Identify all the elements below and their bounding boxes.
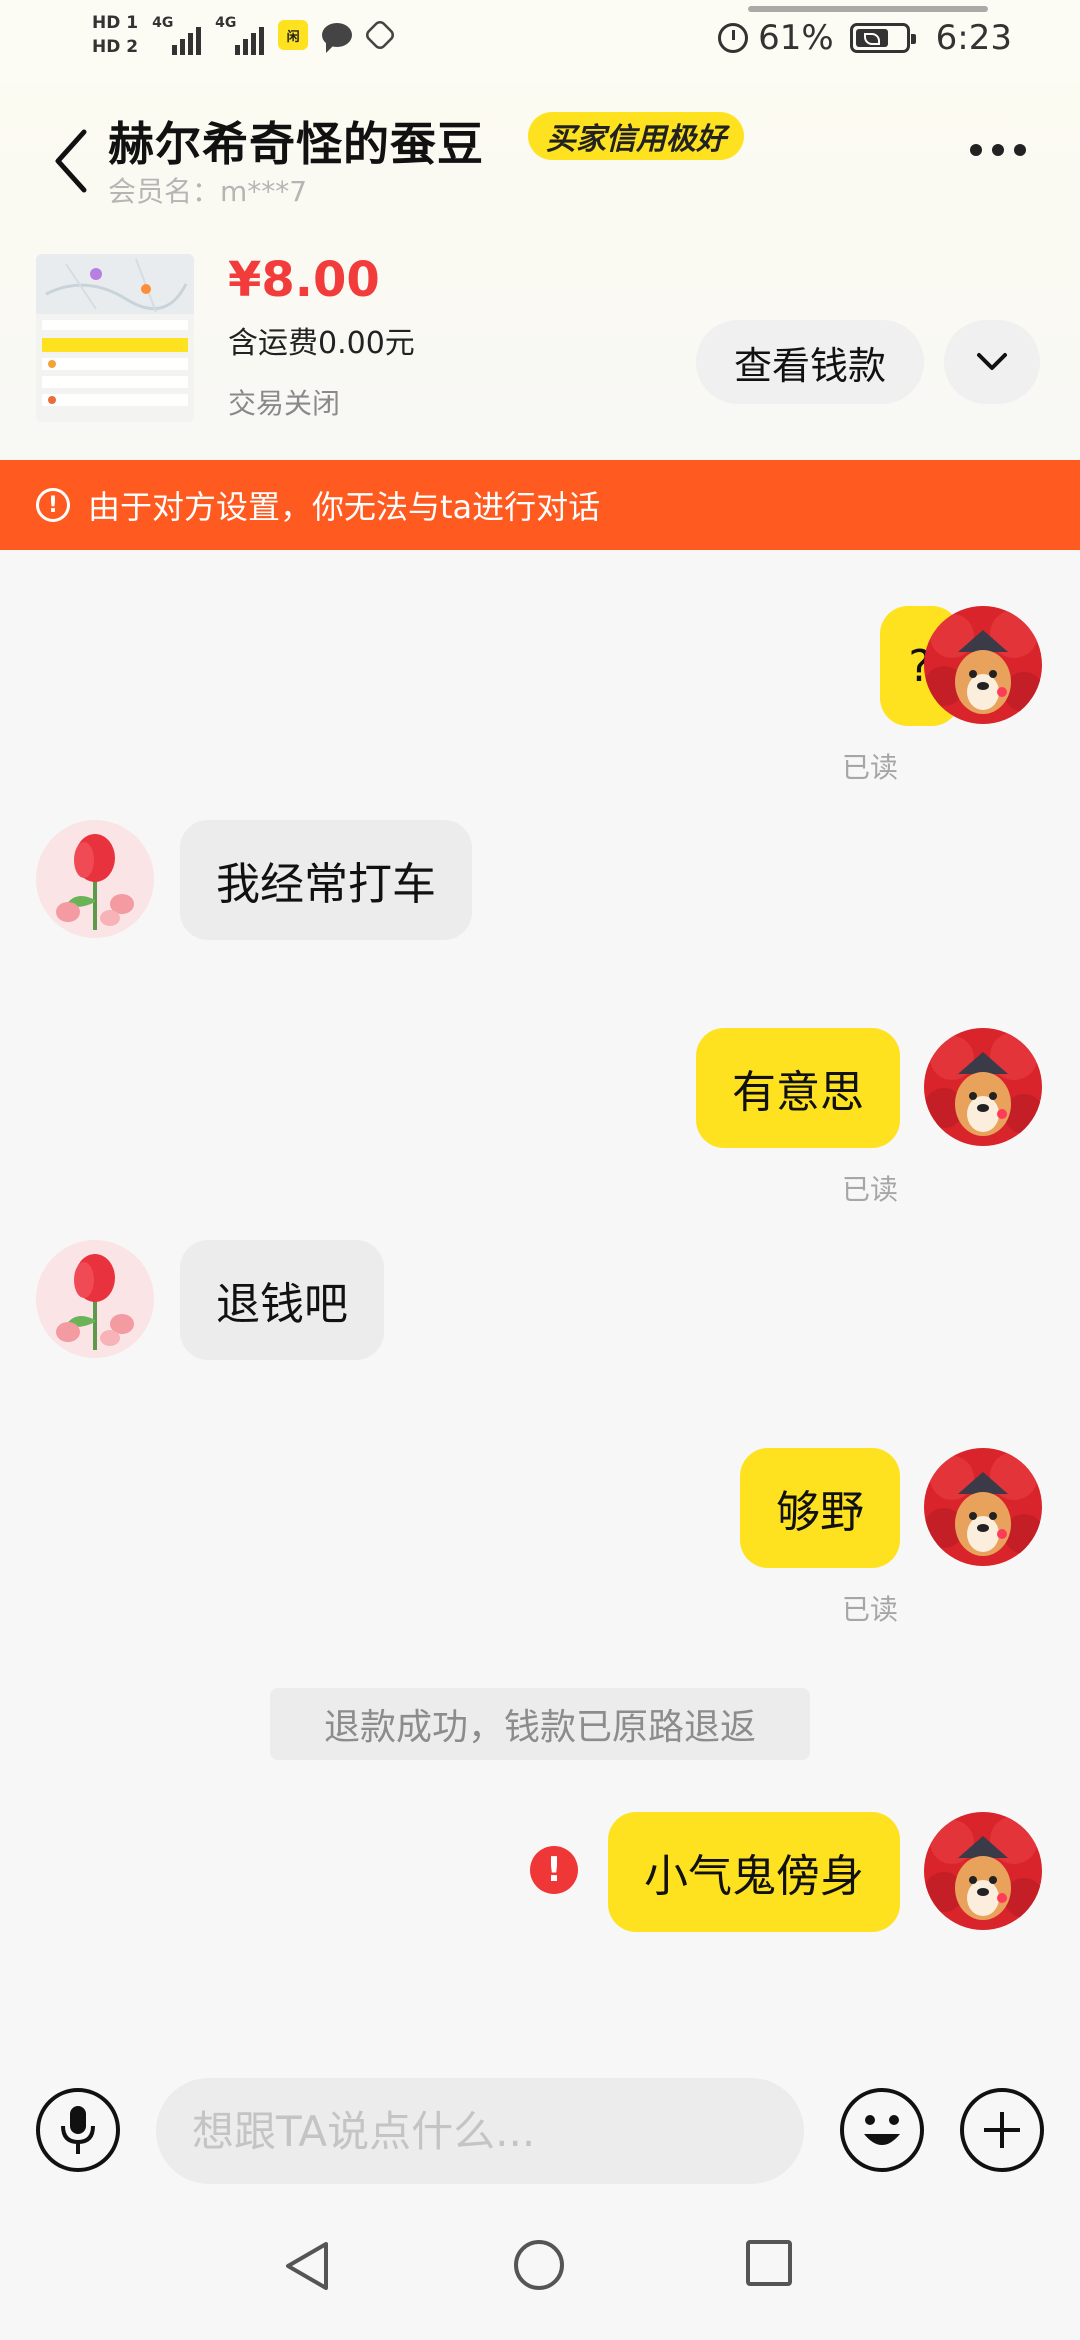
message-icon: [322, 23, 353, 53]
net2-label: 4G: [215, 15, 237, 31]
my-avatar[interactable]: [924, 1448, 1042, 1566]
battery-icon: [849, 23, 916, 53]
status-bar: HD 1 HD 2 4G 4G 闲 61% 6:23: [0, 0, 1080, 84]
input-bar: [0, 2060, 1080, 2200]
microphone-icon: [61, 2106, 95, 2154]
seller-name: 赫尔希奇怪的蚕豆: [108, 117, 484, 171]
send-failed-icon[interactable]: !: [530, 1846, 578, 1894]
smiley-icon: [864, 2115, 900, 2145]
chat-header: 赫尔希奇怪的蚕豆 买家信用极好 会员名：m***7 ¥8.00 含运费0.00元…: [0, 84, 1080, 460]
status-indicator: [748, 6, 988, 12]
message-bubble-received[interactable]: 退钱吧: [180, 1240, 384, 1360]
my-avatar[interactable]: [924, 1028, 1042, 1146]
emoji-button[interactable]: [840, 2088, 924, 2172]
back-arrow-icon[interactable]: [52, 126, 92, 196]
app-notification-icon: 闲: [278, 20, 309, 50]
voice-input-button[interactable]: [36, 2088, 120, 2172]
peer-avatar[interactable]: [36, 820, 154, 938]
message-bubble-sent[interactable]: 够野: [740, 1448, 900, 1568]
nav-home-icon[interactable]: [514, 2240, 564, 2290]
product-thumbnail[interactable]: [36, 254, 194, 422]
signal-icon-2: 4G: [215, 15, 265, 55]
more-options-icon[interactable]: [970, 144, 1026, 156]
deal-status: 交易关闭: [228, 387, 341, 420]
credit-badge: 买家信用极好: [528, 112, 744, 160]
message-text: 有意思: [732, 1067, 864, 1118]
signal-icon: 4G: [152, 15, 202, 55]
hd-indicator: HD 1 HD 2: [92, 14, 138, 56]
alarm-icon: [718, 23, 749, 53]
my-avatar[interactable]: [924, 606, 1042, 724]
message-bubble-received[interactable]: 我经常打车: [180, 820, 472, 940]
message-text: 够野: [776, 1487, 864, 1538]
read-receipt: 已读: [842, 1593, 899, 1626]
shipping-fee: 含运费0.00元: [228, 326, 415, 361]
message-bubble-sent[interactable]: 有意思: [696, 1028, 900, 1148]
view-payment-button[interactable]: 查看钱款: [696, 320, 924, 404]
read-receipt: 已读: [842, 751, 899, 784]
nav-back-icon[interactable]: [282, 2238, 330, 2294]
hd2-label: HD 2: [92, 37, 139, 57]
message-text: 小气鬼傍身: [644, 1851, 864, 1902]
message-text: 退钱吧: [216, 1279, 348, 1330]
plus-icon: [984, 2112, 1020, 2148]
hd1-label: HD 1: [92, 13, 139, 33]
banner-text: 由于对方设置，你无法与ta进行对话: [88, 488, 601, 526]
nav-recents-icon[interactable]: [746, 2240, 792, 2286]
peer-avatar[interactable]: [36, 1240, 154, 1358]
my-avatar[interactable]: [924, 1812, 1042, 1930]
chat-blocked-banner: ! 由于对方设置，你无法与ta进行对话: [0, 460, 1080, 550]
warning-icon: !: [36, 488, 70, 522]
product-price: ¥8.00: [228, 252, 380, 308]
battery-percent: 61%: [758, 18, 834, 58]
message-text: 我经常打车: [216, 859, 436, 910]
member-name: 会员名：m***7: [108, 175, 308, 208]
message-input[interactable]: [156, 2078, 804, 2184]
chevron-down-icon: [977, 353, 1007, 370]
shield-icon: [363, 18, 397, 52]
system-message: 退款成功，钱款已原路退返: [270, 1688, 810, 1760]
status-time: 6:23: [935, 18, 1012, 58]
system-nav-bar: [0, 2200, 1080, 2340]
net1-label: 4G: [152, 15, 174, 31]
expand-button[interactable]: [944, 320, 1040, 404]
more-actions-button[interactable]: [960, 2088, 1044, 2172]
read-receipt: 已读: [842, 1173, 899, 1206]
chat-messages: ? 已读 我经常打车 有意思 已读 退钱吧 够野 已读 退款成功，钱款已原路退返…: [0, 550, 1080, 2060]
message-bubble-sent[interactable]: 小气鬼傍身: [608, 1812, 900, 1932]
